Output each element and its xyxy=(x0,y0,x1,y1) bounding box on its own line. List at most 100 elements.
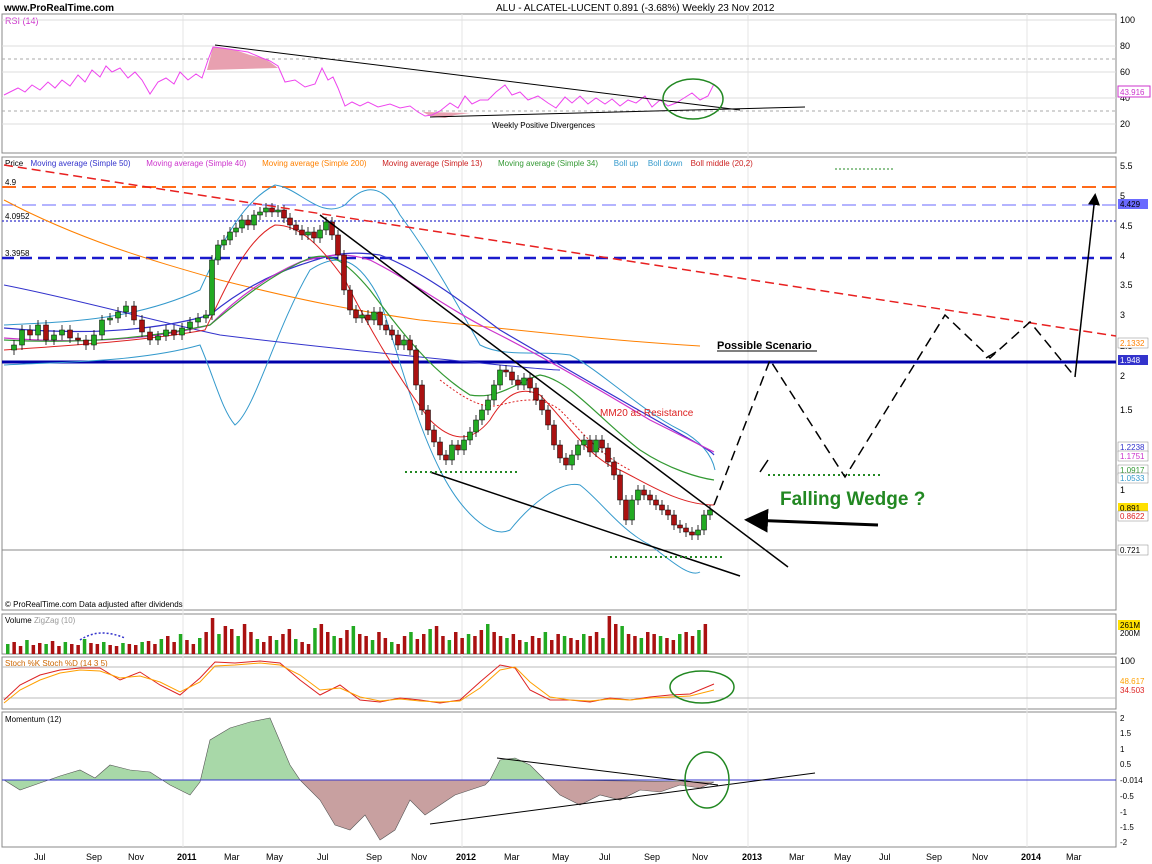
candle-body xyxy=(605,447,611,463)
stoch-tick-100: 100 xyxy=(1120,656,1135,666)
momentum-label: Momentum (12) xyxy=(5,715,62,724)
ma200 xyxy=(3,199,701,347)
volume-bar xyxy=(44,644,48,654)
volume-bar xyxy=(633,636,637,654)
candle-body xyxy=(353,309,359,319)
x-axis-label: Sep xyxy=(366,852,382,862)
volume-bar xyxy=(530,636,535,654)
x-axis-label: 2014 xyxy=(1021,852,1041,862)
candle-body xyxy=(359,314,365,319)
volume-bar xyxy=(594,632,599,654)
volume-bar xyxy=(690,636,695,654)
volume-bar xyxy=(358,634,362,654)
candle-body xyxy=(59,329,65,336)
candle-body xyxy=(461,439,467,451)
price-tick: 3 xyxy=(1120,310,1125,320)
volume-bar xyxy=(703,624,708,654)
falling-wedge-label: Falling Wedge ? xyxy=(780,489,925,510)
volume-bar xyxy=(447,640,452,654)
chart-canvas: www.ProRealTime.com ALU - ALCATEL-LUCENT… xyxy=(1,3,1151,862)
price-legend-item: Boll down xyxy=(648,159,683,168)
volume-bar xyxy=(217,634,221,654)
volume-bar xyxy=(454,632,458,654)
momentum-tick: -1 xyxy=(1120,808,1128,817)
volume-bar xyxy=(204,632,208,654)
candle-body xyxy=(407,339,413,351)
momentum-tick: 1.5 xyxy=(1120,729,1132,738)
volume-bar xyxy=(12,642,16,654)
candle-body xyxy=(587,439,593,453)
x-axis-label: Jul xyxy=(879,852,891,862)
volume-bar xyxy=(255,639,260,654)
candle-body xyxy=(707,509,713,516)
candle-body xyxy=(623,499,629,521)
momentum-value-label: -0.014 xyxy=(1120,776,1143,785)
momentum-tick: -2 xyxy=(1120,838,1128,847)
volume-bar xyxy=(434,626,439,654)
candle-body xyxy=(443,454,449,461)
x-axis-label: Sep xyxy=(86,852,102,862)
candle-body xyxy=(593,439,599,453)
stoch-d-value: 48.617 xyxy=(1120,677,1145,686)
rsi-axis: 10080604020 xyxy=(2,15,1135,129)
volume-bar xyxy=(697,630,701,654)
volume-bar xyxy=(166,636,170,654)
volume-bar xyxy=(287,629,292,654)
candle-body xyxy=(83,339,89,346)
volume-bar xyxy=(678,634,682,654)
x-axis-label: Sep xyxy=(644,852,660,862)
volume-bar xyxy=(300,642,304,654)
volume-bar xyxy=(473,636,477,654)
volume-bar xyxy=(550,640,554,654)
candle-body xyxy=(653,499,659,506)
candle-body xyxy=(641,489,647,496)
price-value-label: 1.948 xyxy=(1120,356,1141,365)
volume-bar xyxy=(402,636,407,654)
price-legend-item: Price xyxy=(5,159,24,168)
x-axis-label: Nov xyxy=(128,852,145,862)
candle-body xyxy=(11,344,17,351)
rsi-line xyxy=(3,46,715,117)
chart-title: ALU - ALCATEL-LUCENT 0.891 (-3.68%) Week… xyxy=(496,3,775,14)
volume-bar xyxy=(268,636,272,654)
candle-body xyxy=(287,217,293,226)
rsi-tick: 20 xyxy=(1120,119,1130,129)
candle-body xyxy=(521,377,527,386)
volume-bar xyxy=(236,636,240,654)
volume-bar xyxy=(562,636,567,654)
candle-body xyxy=(395,334,401,346)
volume-bar xyxy=(383,638,388,654)
price-legend-item: Moving average (Simple 200) xyxy=(262,159,367,168)
volume-bar xyxy=(556,634,560,654)
candle-body xyxy=(383,324,389,331)
candle-body xyxy=(425,409,431,431)
candle-body xyxy=(171,329,177,336)
candle-body xyxy=(497,369,503,386)
candle-body xyxy=(131,305,137,321)
rsi-divergence-note: Weekly Positive Divergences xyxy=(492,121,595,130)
candle-body xyxy=(305,231,311,236)
rsi-circle xyxy=(662,78,724,120)
x-axis-label: Sep xyxy=(926,852,942,862)
rsi-trendline-down xyxy=(214,44,741,111)
price-value-label: 0.721 xyxy=(1120,546,1141,555)
candle-body xyxy=(323,221,329,231)
candle-body xyxy=(659,504,665,511)
volume-bar xyxy=(518,640,522,654)
price-legend-item: Boll middle (20,2) xyxy=(691,159,754,168)
candle-body xyxy=(43,324,49,341)
x-axis-label: Jul xyxy=(34,852,46,862)
candle-body xyxy=(515,379,521,386)
x-axis-label: 2011 xyxy=(177,852,197,862)
volume-bar xyxy=(466,634,471,654)
x-axis-label: May xyxy=(552,852,570,862)
x-axis-label: May xyxy=(266,852,284,862)
volume-bar xyxy=(18,646,23,654)
volume-bar xyxy=(588,636,592,654)
candle-body xyxy=(389,329,395,336)
volume-bar xyxy=(390,642,394,654)
price-panel xyxy=(1,156,1117,611)
candle-body xyxy=(179,327,185,336)
candle-body xyxy=(509,371,515,381)
volume-bar xyxy=(601,638,605,654)
